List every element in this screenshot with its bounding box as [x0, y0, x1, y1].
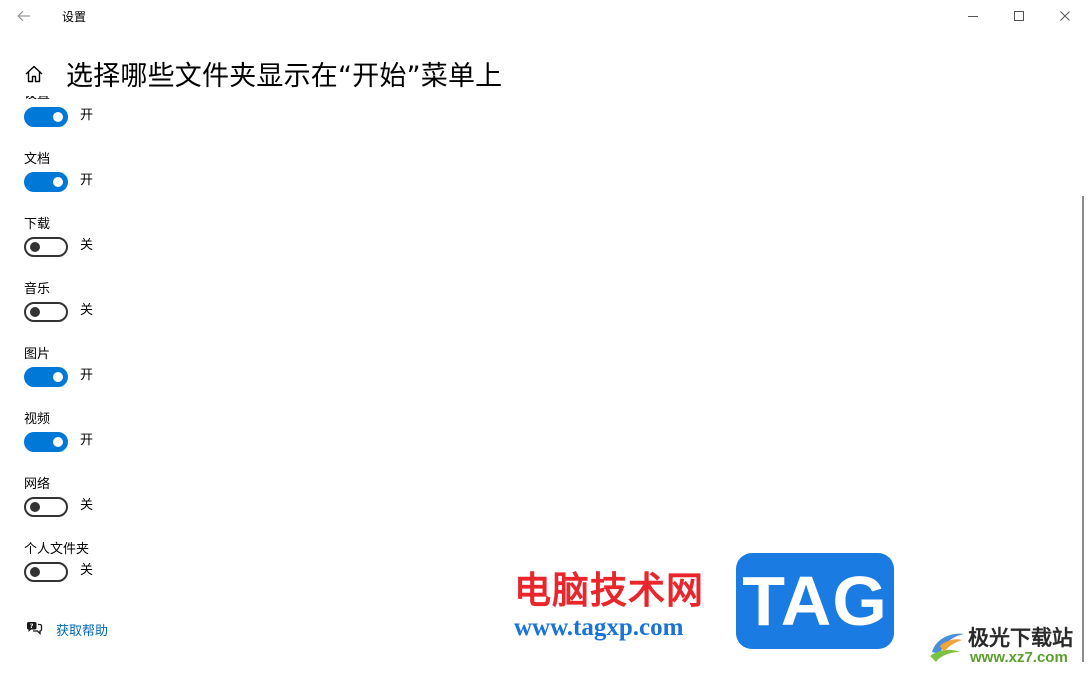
page-header: 选择哪些文件夹显示在“开始”菜单上: [0, 52, 1088, 96]
app-title: 设置: [62, 10, 87, 24]
close-button[interactable]: [1042, 0, 1088, 32]
setting-label: 音乐: [24, 282, 51, 297]
watermark-site-name: 电脑技术网: [514, 568, 704, 612]
setting-label: 网络: [24, 477, 51, 492]
toggle-state-label: 关: [80, 238, 94, 253]
toggle-switch[interactable]: [24, 432, 68, 452]
toggle-switch[interactable]: [24, 562, 68, 582]
setting-item: 文档 开: [24, 152, 324, 217]
setting-label: 下载: [24, 217, 51, 232]
close-icon: [1060, 11, 1070, 21]
setting-item: 下载 关: [24, 217, 324, 282]
toggle-state-label: 开: [80, 368, 94, 383]
toggle-switch[interactable]: [24, 497, 68, 517]
scrollbar[interactable]: [1082, 196, 1084, 662]
toggle-knob: [53, 177, 63, 187]
toggle-knob: [53, 372, 63, 382]
toggle-state-label: 关: [80, 498, 94, 513]
svg-text:?: ?: [30, 622, 34, 630]
toggle-switch[interactable]: [24, 107, 68, 127]
toggle-state-label: 开: [80, 108, 94, 123]
setting-label: 图片: [24, 347, 51, 362]
toggle-switch[interactable]: [24, 302, 68, 322]
toggle-switch[interactable]: [24, 172, 68, 192]
back-button[interactable]: [8, 2, 40, 30]
minimize-icon: [968, 16, 978, 17]
setting-item: 网络 关: [24, 477, 324, 542]
toggle-state-label: 开: [80, 433, 94, 448]
setting-item: 音乐 关: [24, 282, 324, 347]
watermark-tag-logo: TAG: [736, 553, 894, 649]
toggle-knob: [30, 567, 40, 577]
aurora-logo-icon: [926, 622, 968, 668]
toggle-knob: [53, 112, 63, 122]
watermark-brand-name: 极光下载站: [968, 626, 1073, 650]
toggle-switch[interactable]: [24, 237, 68, 257]
toggle-knob: [30, 242, 40, 252]
help-chat-icon: ?: [24, 619, 44, 639]
maximize-icon: [1014, 11, 1024, 21]
setting-item: 视频 开: [24, 412, 324, 477]
watermark-site-url: www.tagxp.com: [514, 614, 684, 641]
home-button[interactable]: [20, 60, 48, 88]
title-bar: 设置: [0, 0, 1088, 32]
watermark-tag-text: TAG: [742, 562, 888, 640]
maximize-button[interactable]: [996, 0, 1042, 32]
arrow-left-icon: [17, 10, 30, 22]
toggle-knob: [53, 437, 63, 447]
get-help-link[interactable]: 获取帮助: [56, 620, 108, 639]
setting-item: 个人文件夹 关: [24, 542, 324, 607]
watermark-brand-url: www.xz7.com: [970, 649, 1068, 666]
setting-item: 设置 开: [24, 96, 324, 152]
home-icon: [25, 65, 43, 83]
toggle-state-label: 开: [80, 173, 94, 188]
setting-label: 个人文件夹: [24, 542, 90, 557]
toggle-switch[interactable]: [24, 367, 68, 387]
setting-item: 图片 开: [24, 347, 324, 412]
page-title: 选择哪些文件夹显示在“开始”菜单上: [66, 61, 503, 92]
toggle-knob: [30, 307, 40, 317]
setting-label: 设置: [24, 96, 50, 103]
minimize-button[interactable]: [950, 0, 996, 32]
toggle-state-label: 关: [80, 563, 94, 578]
get-help[interactable]: ? 获取帮助: [24, 619, 108, 639]
toggle-state-label: 关: [80, 303, 94, 318]
setting-label: 文档: [24, 152, 51, 167]
toggle-knob: [30, 502, 40, 512]
setting-label: 视频: [24, 412, 51, 427]
